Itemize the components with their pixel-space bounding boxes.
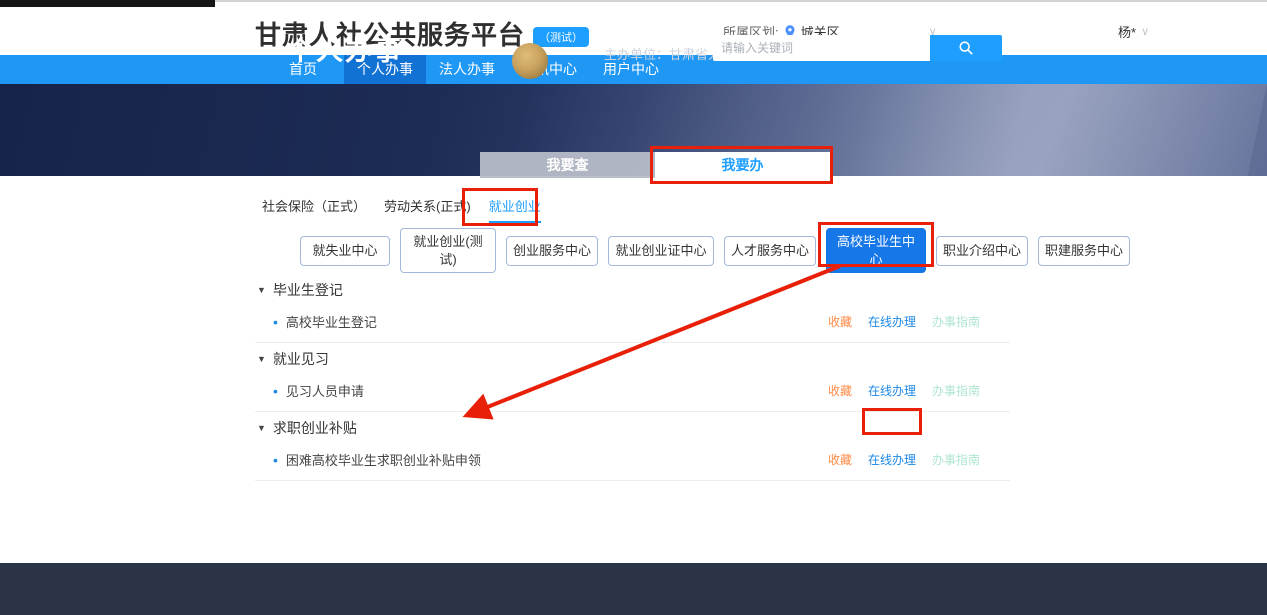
nav-item-legal[interactable]: 法人办事 <box>426 55 508 84</box>
collapse-triangle-icon: ▼ <box>257 354 266 364</box>
group-title: 求职创业补贴 <box>273 418 357 438</box>
center-vocational-service[interactable]: 职建服务中心 <box>1038 236 1130 266</box>
service-row: • 高校毕业生登记 收藏 在线办理 办事指南 <box>255 305 1010 343</box>
center-employment-test[interactable]: 就业创业(测试) <box>400 228 496 273</box>
favorite-link[interactable]: 收藏 <box>828 451 852 468</box>
service-name: 困难高校毕业生求职创业补贴申领 <box>286 450 481 469</box>
top-black-bar <box>0 0 215 7</box>
guide-link[interactable]: 办事指南 <box>932 382 980 399</box>
service-name: 高校毕业生登记 <box>286 312 377 331</box>
category-tabs: 社会保险（正式） 劳动关系(正式) 就业创业 <box>262 196 541 223</box>
service-actions: 收藏 在线办理 办事指南 <box>828 451 980 468</box>
user-menu[interactable]: 杨* ∨ <box>1118 22 1149 41</box>
magnifier-icon <box>958 40 974 56</box>
group-title: 就业见习 <box>273 349 329 369</box>
search-button[interactable] <box>930 35 1002 61</box>
guide-link[interactable]: 办事指南 <box>932 313 980 330</box>
center-employment-cert[interactable]: 就业创业证中心 <box>608 236 714 266</box>
service-name-wrap: • 困难高校毕业生求职创业补贴申领 <box>273 450 481 469</box>
online-handle-link[interactable]: 在线办理 <box>868 451 916 468</box>
footer <box>0 563 1267 615</box>
category-social-insurance[interactable]: 社会保险（正式） <box>262 196 366 223</box>
page: 甘肃人社公共服务平台 （测试） 所属区划: 城关区 ∨ 杨* ∨ 首页 个人办事… <box>0 0 1267 615</box>
online-handle-link[interactable]: 在线办理 <box>868 313 916 330</box>
tab-i-want-to-query[interactable]: 我要查 <box>480 152 655 178</box>
center-college-graduates[interactable]: 高校毕业生中心 <box>826 228 926 273</box>
bullet-icon: • <box>273 383 278 399</box>
national-emblem-logo <box>512 43 548 79</box>
category-labor-relations[interactable]: 劳动关系(正式) <box>384 196 471 223</box>
service-row: • 见习人员申请 收藏 在线办理 办事指南 <box>255 374 1010 412</box>
tab-i-want-to-handle[interactable]: 我要办 <box>655 152 830 178</box>
group-job-subsidy[interactable]: ▼ 求职创业补贴 <box>255 412 1010 443</box>
center-buttons: 就失业中心 就业创业(测试) 创业服务中心 就业创业证中心 人才服务中心 高校毕… <box>300 228 1140 273</box>
search-input[interactable] <box>713 35 930 61</box>
collapse-triangle-icon: ▼ <box>257 423 266 433</box>
favorite-link[interactable]: 收藏 <box>828 313 852 330</box>
page-title: 个人办事 <box>287 29 403 68</box>
test-badge: （测试） <box>533 27 589 47</box>
service-row: • 困难高校毕业生求职创业补贴申领 收藏 在线办理 办事指南 <box>255 443 1010 481</box>
center-entrepreneurship-service[interactable]: 创业服务中心 <box>506 236 598 266</box>
guide-link[interactable]: 办事指南 <box>932 451 980 468</box>
online-handle-link[interactable]: 在线办理 <box>868 382 916 399</box>
center-job-introduction[interactable]: 职业介绍中心 <box>936 236 1028 266</box>
center-unemployment[interactable]: 就失业中心 <box>300 236 390 266</box>
group-internship[interactable]: ▼ 就业见习 <box>255 343 1010 374</box>
service-list: ▼ 毕业生登记 • 高校毕业生登记 收藏 在线办理 办事指南 ▼ 就业见习 • … <box>255 274 1010 481</box>
search-box <box>713 35 1002 61</box>
center-talent-service[interactable]: 人才服务中心 <box>724 236 816 266</box>
service-name-wrap: • 见习人员申请 <box>273 381 364 400</box>
favorite-link[interactable]: 收藏 <box>828 382 852 399</box>
service-actions: 收藏 在线办理 办事指南 <box>828 313 980 330</box>
user-name: 杨* <box>1118 22 1136 41</box>
collapse-triangle-icon: ▼ <box>257 285 266 295</box>
service-name-wrap: • 高校毕业生登记 <box>273 312 377 331</box>
bullet-icon: • <box>273 314 278 330</box>
service-actions: 收藏 在线办理 办事指南 <box>828 382 980 399</box>
bullet-icon: • <box>273 452 278 468</box>
chevron-down-icon: ∨ <box>1141 25 1149 38</box>
group-title: 毕业生登记 <box>273 280 343 300</box>
service-name: 见习人员申请 <box>286 381 364 400</box>
category-employment-entrepreneurship[interactable]: 就业创业 <box>489 196 541 223</box>
mode-tabs: 我要查 我要办 <box>480 152 830 178</box>
group-graduate-registration[interactable]: ▼ 毕业生登记 <box>255 274 1010 305</box>
